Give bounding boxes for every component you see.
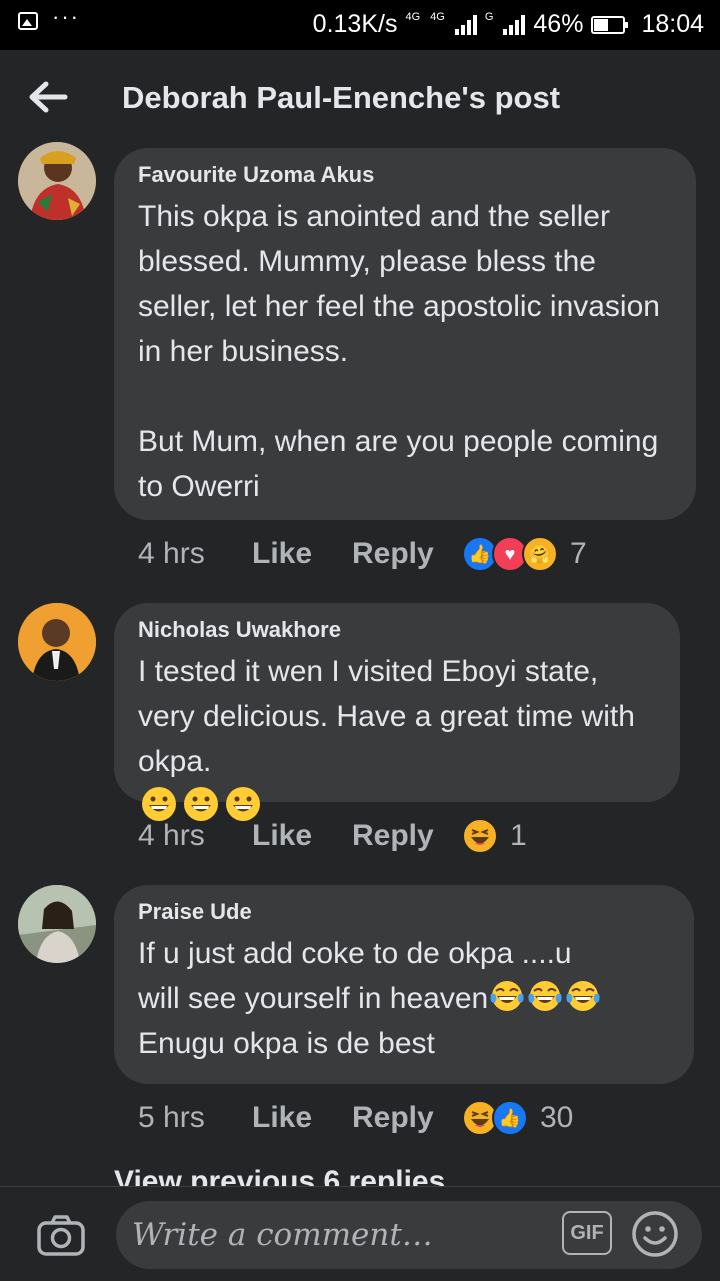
tears-of-joy-emoji-icon	[528, 981, 562, 1011]
comment-author[interactable]: Praise Ude	[138, 899, 668, 925]
network-type-2: 4G	[430, 11, 445, 23]
reaction-count[interactable]: 7	[570, 537, 587, 571]
reply-button[interactable]: Reply	[352, 1101, 462, 1135]
comment-text-segment: will see yourself in heaven	[138, 982, 489, 1015]
reaction-count[interactable]: 1	[510, 819, 527, 853]
post-header: Deborah Paul-Enenche's post	[0, 50, 720, 145]
tears-of-joy-emoji-icon	[566, 981, 600, 1011]
comment-text: This okpa is anointed and the seller ble…	[138, 200, 660, 503]
comment-actions: 4 hrs Like Reply 1	[138, 818, 527, 854]
comment-text: If u just add coke to de okpa ....u will…	[138, 931, 668, 1066]
reaction-icons[interactable]: 👍	[462, 1100, 528, 1136]
comment-actions: 4 hrs Like Reply 👍 ♥ 🤗 7	[138, 536, 587, 572]
comment-actions: 5 hrs Like Reply 👍 30	[138, 1100, 573, 1136]
comment-bubble: Nicholas Uwakhore I tested it wen I visi…	[114, 603, 680, 821]
battery-percent: 46%	[533, 10, 584, 38]
emoji-smiley-icon[interactable]	[630, 1209, 680, 1259]
comment-time: 4 hrs	[138, 819, 205, 852]
signal-icon-2	[503, 14, 526, 35]
like-button[interactable]: Like	[252, 1101, 352, 1135]
network-speed: 0.13K/s	[312, 10, 398, 38]
gif-button[interactable]: GIF	[562, 1211, 612, 1255]
haha-reaction-icon	[462, 818, 498, 854]
grinning-face-emoji-icon	[142, 787, 176, 821]
care-reaction-icon: 🤗	[522, 536, 558, 572]
comment-time: 4 hrs	[138, 537, 205, 570]
reply-button[interactable]: Reply	[352, 537, 462, 571]
network-type-3: G	[484, 11, 494, 23]
comment-bubble: Favourite Uzoma Akus This okpa is anoint…	[114, 148, 696, 520]
avatar[interactable]	[18, 142, 96, 220]
status-bar: ··· 0.13K/s 4G 4G G 46% 18:04	[0, 0, 720, 50]
like-button[interactable]: Like	[252, 819, 352, 853]
like-reaction-icon: 👍	[492, 1100, 528, 1136]
comment-input[interactable]	[130, 1211, 554, 1259]
network-type-1: 4G	[405, 11, 421, 23]
comment-text-line: If u just add coke to de okpa ....u	[138, 937, 572, 970]
grinning-face-emoji-icon	[226, 787, 260, 821]
grinning-face-emoji-icon	[184, 787, 218, 821]
reaction-icons[interactable]	[462, 818, 498, 854]
reaction-count[interactable]: 30	[540, 1101, 573, 1135]
battery-icon	[591, 15, 629, 34]
reply-button[interactable]: Reply	[352, 819, 462, 853]
comment-author[interactable]: Favourite Uzoma Akus	[138, 162, 670, 188]
clock: 18:04	[641, 10, 704, 38]
camera-icon[interactable]	[36, 1213, 86, 1257]
comment-text-body: I tested it wen I visited Eboyi state, v…	[138, 655, 635, 778]
like-button[interactable]: Like	[252, 537, 352, 571]
avatar[interactable]	[18, 885, 96, 963]
comment-time: 5 hrs	[138, 1101, 205, 1134]
comment-text-line: will see yourself in heaven	[138, 976, 668, 1021]
comment-input-container: GIF	[116, 1201, 702, 1269]
back-arrow-icon[interactable]	[28, 80, 68, 114]
tears-of-joy-emoji-icon	[490, 981, 524, 1011]
comment-text: I tested it wen I visited Eboyi state, v…	[138, 649, 654, 829]
reaction-icons[interactable]: 👍 ♥ 🤗	[462, 536, 558, 572]
more-notifications-icon: ···	[52, 4, 80, 29]
page-title: Deborah Paul-Enenche's post	[122, 80, 561, 115]
comment-bubble: Praise Ude If u just add coke to de okpa…	[114, 885, 694, 1084]
comment-text-line: Enugu okpa is de best	[138, 1027, 435, 1060]
comment-composer: GIF	[0, 1186, 720, 1281]
avatar[interactable]	[18, 603, 96, 681]
signal-icon-1	[454, 14, 477, 35]
comment-author[interactable]: Nicholas Uwakhore	[138, 617, 654, 643]
gallery-notification-icon	[18, 12, 38, 30]
